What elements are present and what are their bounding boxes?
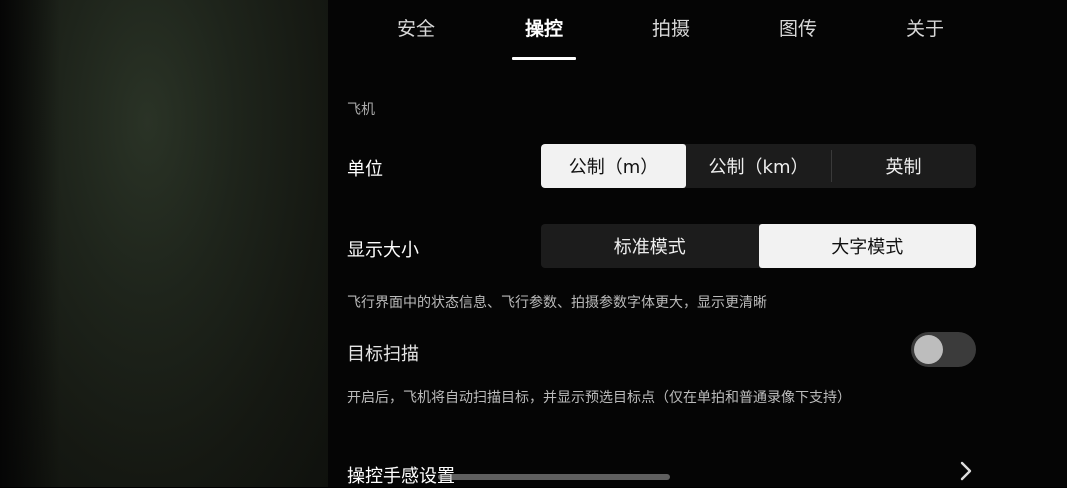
target-scan-toggle[interactable] — [911, 332, 976, 367]
section-header-aircraft: 飞机 — [347, 102, 375, 118]
unit-option-metric-km[interactable]: 公制（km） — [686, 144, 831, 188]
camera-preview-background — [0, 0, 328, 487]
unit-option-metric-m[interactable]: 公制（m） — [541, 144, 686, 188]
unit-option-imperial[interactable]: 英制 — [831, 144, 976, 188]
scrollbar-thumb[interactable] — [438, 474, 670, 480]
display-size-description: 飞行界面中的状态信息、飞行参数、拍摄参数字体更大，显示更清晰 — [347, 295, 767, 311]
display-size-option-large[interactable]: 大字模式 — [758, 224, 976, 268]
tab-about[interactable]: 关于 — [875, 14, 975, 41]
target-scan-label: 目标扫描 — [347, 344, 419, 365]
unit-segmented-control: 公制（m） 公制（km） 英制 — [541, 144, 976, 188]
tab-control[interactable]: 操控 — [494, 14, 594, 41]
target-scan-description: 开启后，飞机将自动扫描目标，并显示预选目标点（仅在单拍和普通录像下支持） — [347, 390, 851, 406]
display-size-label: 显示大小 — [347, 240, 419, 261]
display-size-option-standard[interactable]: 标准模式 — [541, 224, 759, 268]
active-tab-indicator — [512, 57, 576, 60]
toggle-knob — [914, 335, 943, 364]
tab-transmission[interactable]: 图传 — [748, 14, 848, 41]
chevron-right-icon[interactable] — [956, 458, 976, 484]
display-size-segmented-control: 标准模式 大字模式 — [541, 224, 976, 268]
settings-tab-bar: 安全 操控 拍摄 图传 关于 — [328, 0, 1067, 60]
settings-panel: 安全 操控 拍摄 图传 关于 飞机 单位 公制（m） 公制（km） 英制 显示大… — [328, 0, 1067, 487]
tab-safety[interactable]: 安全 — [366, 14, 466, 41]
tab-camera[interactable]: 拍摄 — [621, 14, 721, 41]
unit-label: 单位 — [347, 159, 383, 180]
